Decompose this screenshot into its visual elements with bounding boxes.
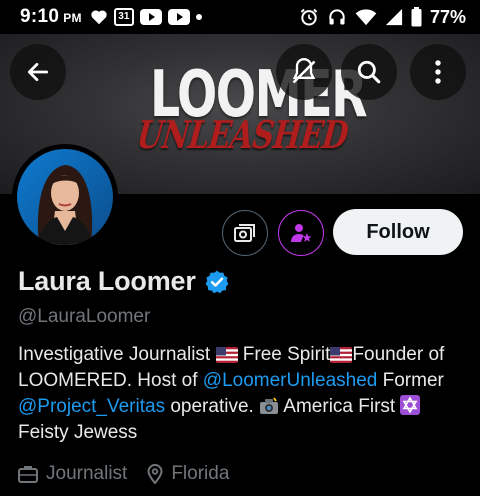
battery-percent: 77%	[429, 6, 466, 27]
bio-text: operative.	[165, 396, 260, 417]
calendar-notification-icon: 31	[113, 8, 134, 26]
verified-badge-icon[interactable]	[204, 269, 230, 295]
avatar-ring	[12, 144, 118, 250]
search-button[interactable]	[341, 44, 397, 100]
location-text: Florida	[171, 463, 230, 484]
avatar-image	[17, 149, 113, 245]
youtube-notification-icon-2	[167, 9, 190, 25]
star-of-david-icon	[400, 395, 421, 415]
mention-link-project-veritas[interactable]: @Project_Veritas	[18, 396, 165, 417]
back-button[interactable]	[10, 44, 66, 100]
notifications-off-button[interactable]	[276, 44, 332, 100]
bio-text: America First	[279, 396, 401, 417]
location-item: Florida	[147, 463, 229, 485]
more-vertical-icon	[435, 60, 441, 84]
youtube-notification-icon	[139, 9, 162, 25]
bio-text: Feisty Jewess	[18, 422, 138, 443]
profession-text: Journalist	[46, 463, 128, 484]
banner-subtitle: UNLEASHED	[135, 112, 351, 157]
briefcase-icon	[18, 466, 38, 483]
profile-meta: Journalist Florida	[18, 463, 243, 485]
search-icon	[357, 60, 381, 84]
display-name: Laura Loomer	[18, 266, 196, 296]
handle: @LauraLoomer	[18, 306, 151, 327]
subscribe-creator-button[interactable]	[278, 210, 324, 256]
battery-icon	[411, 7, 422, 27]
camera-flash-icon	[260, 397, 279, 414]
cell-signal-icon	[385, 8, 403, 26]
wifi-icon	[355, 9, 377, 26]
profile-name-row: Laura Loomer	[18, 266, 230, 297]
more-notifications-dot-icon	[195, 14, 202, 20]
mention-link-loomerunleashed[interactable]: @LoomerUnleashed	[203, 370, 378, 391]
us-flag-icon	[330, 347, 353, 363]
follow-button[interactable]: Follow	[333, 209, 463, 255]
headphones-icon	[329, 9, 345, 25]
no-notifications-icon	[292, 58, 316, 84]
more-options-button[interactable]	[410, 44, 466, 100]
profession-item: Journalist	[18, 463, 127, 485]
avatar[interactable]	[17, 149, 113, 245]
subscription-icon	[234, 224, 255, 242]
bio-text: Investigative Journalist	[18, 344, 216, 365]
us-flag-icon	[215, 347, 238, 363]
bio-text: Free Spirit	[237, 344, 331, 365]
location-pin-icon	[147, 464, 163, 484]
bio-text: Former	[377, 370, 444, 391]
back-arrow-icon	[27, 63, 49, 81]
heart-notification-icon	[91, 10, 107, 25]
status-time: 9:10 PM	[20, 6, 82, 27]
status-bar: 9:10 PM 31 77%	[0, 0, 480, 34]
alarm-icon	[300, 8, 318, 26]
subscribe-creator-icon	[291, 224, 312, 242]
bio: Investigative Journalist Free Spirit Foun…	[18, 342, 466, 446]
subscription-button[interactable]	[222, 210, 268, 256]
